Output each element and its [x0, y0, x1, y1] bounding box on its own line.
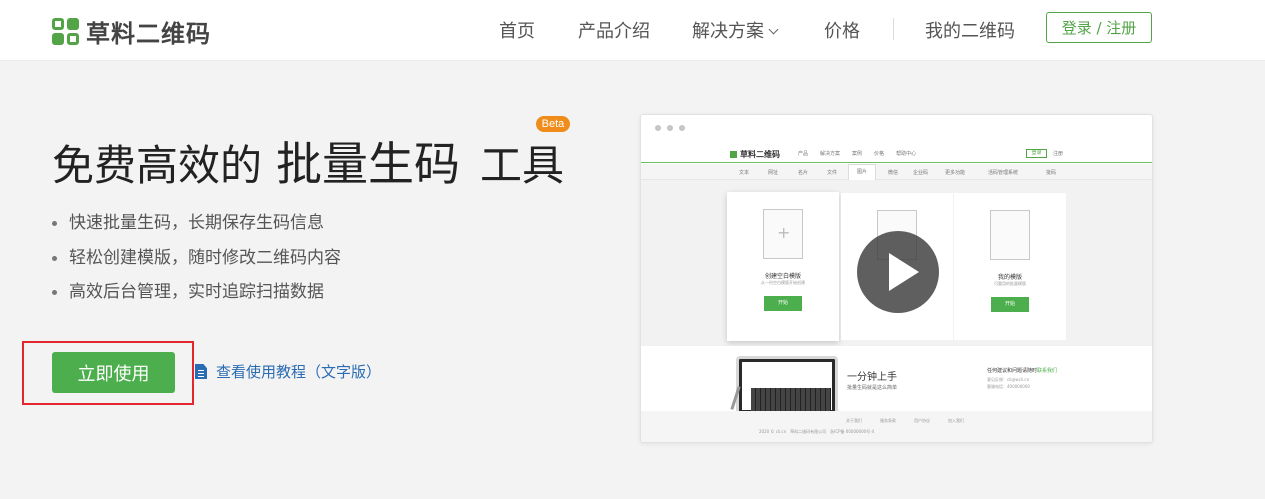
video-preview[interactable]: 草料二维码 产品 解决方案 案例 价格 帮助中心 登录 注册 文本 网址 名片 文件 图… [640, 114, 1153, 443]
feature-list: 快速批量生码，长期保存生码信息 轻松创建模版，随时修改二维码内容 高效后台管理，… [52, 210, 341, 314]
nav-my-qrcodes[interactable]: 我的二维码 [925, 17, 1015, 43]
nav-solutions[interactable]: 解决方案 [692, 17, 779, 43]
folder-icon [990, 210, 1030, 260]
laptop-keyboard [751, 388, 831, 411]
chevron-down-icon [768, 24, 779, 35]
preview-nav: 草料二维码 产品 解决方案 案例 价格 帮助中心 登录 注册 [641, 146, 1152, 163]
preview-contact: 任何建议和问题请随时联系我们 [987, 368, 1058, 374]
window-dots [655, 125, 691, 131]
nav-home[interactable]: 首页 [499, 17, 535, 43]
preview-contact-email: 意见反馈：cli@wcli.cn [987, 377, 1030, 382]
hero-title-part2: 批量生码 [276, 137, 461, 191]
preview-footer: 关于我们 服务条款 用户协议 加入我们 2020 © cli.cn 草料二维码有限公司… [641, 411, 1152, 442]
preview-login: 登录 [1026, 149, 1047, 158]
preview-contact-phone: 客服电话：400000000 [987, 384, 1030, 389]
preview-tabs: 文本 网址 名片 文件 图片 微信 企业码 更多功能 活码管理系统 批码 [641, 164, 1152, 180]
preview-card: 我的模版 可重用的批量模版 开始 [954, 193, 1066, 340]
preview-nav-links: 产品 解决方案 案例 价格 帮助中心 [798, 151, 917, 157]
hero-title-part3: 工具 [480, 141, 565, 190]
tutorial-link-label: 查看使用教程（文字版） [216, 363, 382, 381]
preview-logo: 草料二维码 [730, 149, 780, 160]
preview-lower: 一分钟上手 批量生码就是这么简单 任何建议和问题请随时联系我们 意见反馈：cli… [641, 346, 1152, 414]
nav-products[interactable]: 产品介绍 [578, 17, 650, 43]
tutorial-link[interactable]: 查看使用教程（文字版） [195, 361, 381, 382]
top-header: 草料二维码 首页 产品介绍 解决方案 价格 我的二维码 登录 / 注册 [0, 0, 1265, 61]
play-icon[interactable] [857, 231, 939, 313]
preview-card: + 创建空白模版 从一份空白模版开始创建 开始 [727, 192, 839, 341]
preview-lower-sub: 批量生码就是这么简单 [847, 385, 898, 391]
preview-lower-title: 一分钟上手 [847, 372, 897, 383]
logo-text: 草料二维码 [86, 20, 211, 48]
nav-solutions-label: 解决方案 [692, 21, 764, 42]
nav-pricing[interactable]: 价格 [824, 17, 860, 43]
feature-item: 轻松创建模版，随时修改二维码内容 [52, 245, 341, 280]
nav-divider [893, 18, 894, 40]
logo-icon [52, 17, 80, 46]
document-icon [195, 364, 207, 379]
hero-title: 免费高效的 批量生码 工具 [52, 128, 564, 194]
plus-icon: + [777, 223, 791, 242]
hero-title-part1: 免费高效的 [52, 141, 263, 190]
feature-item: 高效后台管理，实时追踪扫描数据 [52, 279, 341, 314]
site-logo[interactable]: 草料二维码 [52, 14, 211, 49]
login-register-button[interactable]: 登录 / 注册 [1046, 12, 1152, 43]
beta-badge: Beta [536, 116, 570, 132]
preview-register: 注册 [1053, 151, 1064, 157]
feature-item: 快速批量生码，长期保存生码信息 [52, 210, 341, 245]
preview-logo-icon [730, 151, 737, 158]
start-using-button[interactable]: 立即使用 [52, 352, 175, 393]
